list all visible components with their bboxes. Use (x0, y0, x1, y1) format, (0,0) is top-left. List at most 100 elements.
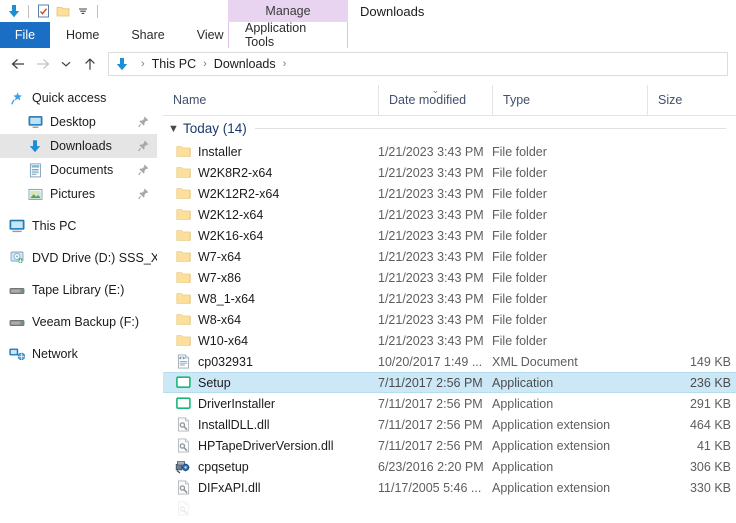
column-header-name[interactable]: Name (163, 85, 378, 115)
table-row[interactable]: W7-x64 1/21/2023 3:43 PM File folder (163, 246, 736, 267)
table-row[interactable]: W7-x86 1/21/2023 3:43 PM File folder (163, 267, 736, 288)
sort-descending-icon: ⌄ (431, 85, 440, 95)
cell-name: InstallDLL.dll (163, 417, 378, 433)
file-name-label: Setup (198, 375, 231, 390)
cell-name: W2K8R2-x64 (163, 165, 378, 181)
cell-name: W2K12-x64 (163, 207, 378, 223)
table-row-partial[interactable] (163, 498, 736, 519)
table-row[interactable]: cp032931 10/20/2017 1:49 ... XML Document 1… (163, 351, 736, 372)
table-row[interactable]: W8_1-x64 1/21/2023 3:43 PM File folder (163, 288, 736, 309)
cell-name: DriverInstaller (163, 396, 378, 412)
column-header-size[interactable]: Size (647, 85, 736, 115)
table-row[interactable]: W2K16-x64 1/21/2023 3:43 PM File folder (163, 225, 736, 246)
tab-application-tools[interactable]: Application Tools (228, 21, 348, 49)
file-name-label: cpqsetup (198, 459, 249, 474)
quick-access-toolbar (0, 0, 102, 22)
table-row[interactable]: InstallDLL.dll 7/11/2017 2:56 PM Applicati… (163, 414, 736, 435)
column-header-row: Name ⌄ Date modified Type Size (163, 85, 736, 116)
network-icon (8, 345, 26, 363)
documents-icon (26, 161, 44, 179)
downloads-arrow-icon[interactable] (4, 1, 24, 21)
tab-file[interactable]: File (0, 22, 50, 48)
breadcrumb-separator-1[interactable]: › (199, 58, 211, 70)
cell-type: Application extension (492, 480, 611, 495)
table-row[interactable]: W2K8R2-x64 1/21/2023 3:43 PM File folder (163, 162, 736, 183)
table-row[interactable]: W2K12R2-x64 1/21/2023 3:43 PM File folder (163, 183, 736, 204)
sidebar-item-veeam-backup-f[interactable]: Veeam Backup (F:) (0, 310, 157, 334)
table-row[interactable]: HPTapeDriverVersion.dll 7/11/2017 2:56 PM… (163, 435, 736, 456)
cell-name: W8_1-x64 (163, 291, 378, 307)
this-pc-icon (8, 217, 26, 235)
cell-type: File folder (492, 333, 547, 348)
table-row[interactable]: Installer 1/21/2023 3:43 PM File folder (163, 141, 736, 162)
back-button[interactable] (6, 51, 30, 77)
tab-share[interactable]: Share (115, 22, 180, 48)
file-explorer-window: Manage Downloads File Home Share View Ap… (0, 0, 736, 523)
tab-home[interactable]: Home (50, 22, 115, 48)
pin-icon[interactable] (138, 164, 149, 176)
tab-share-label: Share (131, 28, 165, 42)
table-row[interactable]: Setup 7/11/2017 2:56 PM Application 236 KB (163, 372, 736, 393)
file-name-label: cp032931 (198, 354, 253, 369)
column-header-type[interactable]: Type (492, 85, 647, 115)
table-row[interactable]: W8-x64 1/21/2023 3:43 PM File folder (163, 309, 736, 330)
breadcrumb-item-this-pc[interactable]: This PC (149, 57, 199, 71)
sidebar-item-dvd-drive-d-sss-x6[interactable]: DVD Drive (D:) SSS_X6 (0, 246, 157, 270)
folder-icon (175, 207, 191, 223)
sidebar-item-documents[interactable]: Documents (0, 158, 157, 182)
breadcrumb-item-downloads[interactable]: Downloads (211, 57, 279, 71)
pin-icon[interactable] (138, 140, 149, 152)
cell-date-modified: 7/11/2017 2:56 PM (378, 375, 483, 390)
recent-locations-button[interactable] (54, 51, 78, 77)
table-row[interactable]: DriverInstaller 7/11/2017 2:56 PM Applicat… (163, 393, 736, 414)
address-bar: › This PC › Downloads › (0, 48, 736, 80)
column-header-date-modified[interactable]: ⌄ Date modified (378, 85, 492, 115)
cell-size: 236 KB (689, 375, 731, 390)
customize-chevron-icon[interactable] (73, 1, 93, 21)
table-row[interactable]: W2K12-x64 1/21/2023 3:43 PM File folder (163, 204, 736, 225)
breadcrumb[interactable]: › This PC › Downloads › (108, 52, 728, 76)
cell-name: W2K16-x64 (163, 228, 378, 244)
sidebar-item-tape-library-e[interactable]: Tape Library (E:) (0, 278, 157, 302)
sidebar-item-desktop[interactable]: Desktop (0, 110, 157, 134)
cell-date-modified: 6/23/2016 2:20 PM (378, 459, 484, 474)
forward-button[interactable] (30, 51, 54, 77)
sidebar-item-downloads[interactable]: Downloads (0, 134, 157, 158)
tab-application-tools-label: Application Tools (245, 21, 307, 49)
table-row[interactable]: DIFxAPI.dll 11/17/2005 5:46 ... Applicatio… (163, 477, 736, 498)
file-name-label: W2K8R2-x64 (198, 165, 273, 180)
pin-icon[interactable] (138, 116, 149, 128)
properties-icon[interactable] (33, 1, 53, 21)
up-button[interactable] (78, 51, 102, 77)
column-header-type-label: Type (503, 93, 531, 107)
cell-date-modified: 1/21/2023 3:43 PM (378, 270, 484, 285)
tab-file-label: File (14, 28, 36, 42)
sidebar-item-label: Pictures (50, 187, 96, 201)
navigation-pane[interactable]: Quick access Desktop Downloads Documents Pic… (0, 86, 157, 523)
cell-name: cpqsetup (163, 459, 378, 475)
star-pin-icon (8, 89, 26, 107)
breadcrumb-separator-0[interactable]: › (137, 58, 149, 70)
dll-icon (175, 417, 191, 433)
cell-type: XML Document (492, 354, 578, 369)
sidebar-item-quick-access[interactable]: Quick access (0, 86, 157, 110)
file-name-label: W2K12R2-x64 (198, 186, 280, 201)
table-row[interactable]: W10-x64 1/21/2023 3:43 PM File folder (163, 330, 736, 351)
folder-icon (175, 270, 191, 286)
file-name-label: DriverInstaller (198, 396, 276, 411)
chevron-down-icon[interactable]: ▼ (168, 123, 179, 135)
sidebar-item-network[interactable]: Network (0, 342, 157, 366)
cell-size: 464 KB (689, 417, 731, 432)
sidebar-item-pictures[interactable]: Pictures (0, 182, 157, 206)
table-row[interactable]: cpqsetup 6/23/2016 2:20 PM Application 306 … (163, 456, 736, 477)
sidebar-item-this-pc[interactable]: This PC (0, 214, 157, 238)
file-list-view[interactable]: ▼ Today (14) Installer 1/21/2023 3:43 PM F… (163, 116, 736, 523)
group-header-today[interactable]: ▼ Today (14) (163, 116, 736, 141)
cell-date-modified: 1/21/2023 3:43 PM (378, 312, 484, 327)
folder-icon (175, 249, 191, 265)
breadcrumb-separator-2[interactable]: › (279, 58, 291, 70)
cell-type: Application (492, 375, 554, 390)
new-folder-icon[interactable] (53, 1, 73, 21)
pin-icon[interactable] (138, 188, 149, 200)
